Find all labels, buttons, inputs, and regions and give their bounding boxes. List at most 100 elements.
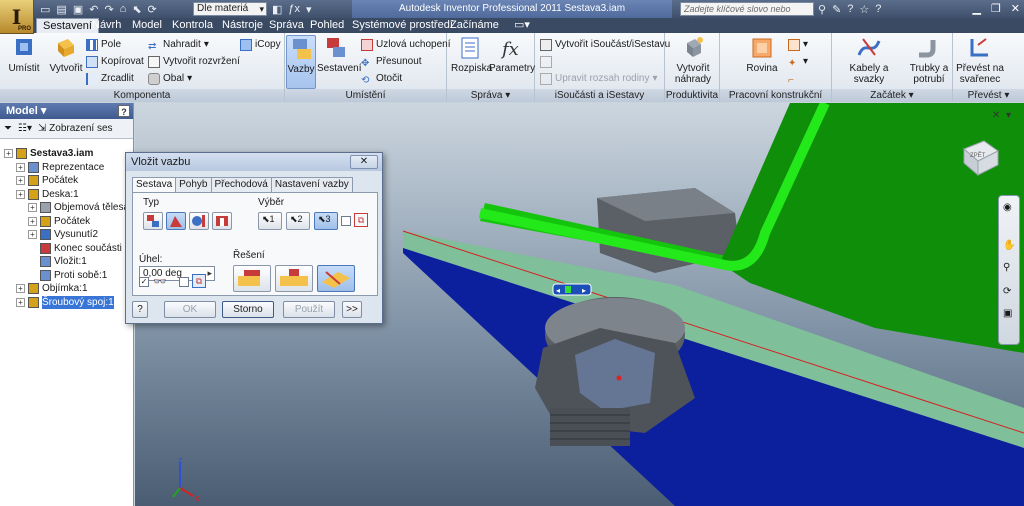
new-icon[interactable]: ▭	[40, 3, 50, 16]
browser-help-icon[interactable]: ?	[118, 105, 130, 117]
tree-item[interactable]: + Deska:1	[16, 188, 79, 201]
home-icon[interactable]: ⌂	[120, 3, 127, 15]
tab-model[interactable]: Model	[126, 18, 168, 33]
tree-item[interactable]: + Počátek	[28, 215, 90, 228]
tab-zaciname[interactable]: Začínáme	[444, 18, 505, 33]
tree-item[interactable]: + Objímka:1	[16, 282, 88, 295]
expand-toggle-icon[interactable]: +	[16, 162, 25, 172]
work-axis-button[interactable]: ▾	[788, 37, 808, 52]
tree-item[interactable]: + Sestava3.iam	[4, 147, 93, 160]
rovina-button[interactable]: Rovina	[742, 35, 782, 74]
kabely-a-svazky-button[interactable]: Kabely a svazky	[836, 35, 902, 85]
zrcadlit-button[interactable]: Zrcadlit	[86, 71, 134, 86]
expand-toggle-icon[interactable]: +	[16, 176, 25, 185]
minimize-icon[interactable]: ▁	[972, 2, 980, 15]
undo-icon[interactable]: ↶	[89, 3, 98, 16]
save-icon[interactable]: ▣	[73, 3, 83, 16]
formula-icon[interactable]: ƒx	[288, 3, 300, 15]
ucs-button[interactable]: ⌐	[788, 71, 800, 86]
ok-button[interactable]: OK	[164, 301, 216, 318]
mate-constraint-button[interactable]	[143, 212, 163, 230]
help-icon[interactable]: ?	[847, 3, 853, 15]
restore-icon[interactable]: ❐	[991, 2, 1001, 15]
tree-item[interactable]: +Vložit:1	[28, 255, 87, 268]
material-dropdown[interactable]: Dle materiá	[193, 2, 267, 16]
tree-item[interactable]: + Vysunutí2	[28, 228, 98, 241]
viewport-close-icon[interactable]: ✕	[992, 110, 1000, 121]
storno-button[interactable]: Storno	[222, 301, 274, 318]
viewcube[interactable]: ZPĚT	[958, 135, 1002, 179]
zoom-icon[interactable]: ⚲	[1003, 262, 1010, 273]
help-dropdown-icon[interactable]: ?	[875, 3, 881, 15]
search-input[interactable]: Zadejte klíčové slovo nebo výraz.	[680, 2, 814, 26]
work-point-button[interactable]: ✦ ▾	[788, 54, 808, 69]
customize-icon[interactable]: ▾	[306, 3, 312, 16]
update-icon[interactable]: ⟳	[148, 3, 157, 16]
upravit-rozsah-button[interactable]: Upravit rozsah rodiny ▾	[540, 71, 658, 86]
pick-part-first-checkbox[interactable]	[341, 216, 351, 226]
rozpiska-button[interactable]: Rozpiska	[451, 35, 492, 74]
pole-button[interactable]: Pole	[86, 37, 121, 52]
orbit-icon[interactable]: ⟳	[1003, 286, 1011, 297]
expand-toggle-icon[interactable]: +	[4, 149, 13, 158]
presunout-button[interactable]: ✥ Přesunout	[361, 54, 422, 69]
uzlova-uchopeni-button[interactable]: Uzlová uchopení	[361, 37, 451, 52]
pan-icon[interactable]: ✋	[1003, 240, 1015, 251]
ribbon-options-icon[interactable]: ▭▾	[508, 18, 536, 33]
viewport-menu-icon[interactable]: ▾	[1006, 110, 1011, 121]
selection-3-button[interactable]: ⬉3	[314, 212, 338, 230]
expand-toggle-icon[interactable]: +	[16, 284, 25, 293]
vytvorit-isoucast-button[interactable]: Vytvořit iSoučást/iSestavu	[540, 37, 670, 52]
kopirovat-button[interactable]: Kopírovat	[86, 54, 144, 69]
otocit-button[interactable]: ⟲ Otočit	[361, 71, 402, 86]
expand-toggle-icon[interactable]: +	[16, 297, 25, 307]
expand-toggle-icon[interactable]: +	[16, 189, 25, 199]
tab-pohyb[interactable]: Pohyb	[175, 177, 212, 192]
tab-prechodova[interactable]: Přechodová	[210, 177, 272, 192]
explicit-reference-vector-button[interactable]	[317, 265, 355, 292]
color-icon[interactable]: ◧	[272, 3, 282, 16]
trubky-a-potrubi-button[interactable]: Trubky a potrubí	[906, 35, 952, 85]
nav-wheel-icon[interactable]: ◉	[1003, 202, 1012, 213]
vytvorit-nahrady-button[interactable]: Vytvořit náhrady	[669, 35, 717, 85]
application-menu-button[interactable]: I PRO	[0, 0, 34, 34]
tree-options-icon[interactable]: ☷▾	[18, 123, 32, 134]
tree-item[interactable]: +Proti sobě:1	[28, 269, 107, 282]
filter-icon[interactable]: ⏷	[4, 123, 12, 134]
tab-nastroje[interactable]: Nástroje	[216, 18, 269, 33]
close-icon[interactable]: ✕	[1011, 2, 1020, 15]
pick-part-icon[interactable]: ⧉	[354, 213, 368, 227]
tab-kontrola[interactable]: Kontrola	[166, 18, 219, 33]
angle-constraint-button[interactable]	[166, 212, 186, 230]
vazby-button[interactable]: Vazby	[286, 35, 316, 89]
directed-angle-button[interactable]	[233, 265, 271, 292]
prevest-na-svarenec-button[interactable]: Převést na svařenec	[956, 35, 1004, 85]
binoculars-icon[interactable]: ⚲	[818, 3, 826, 16]
more-options-button[interactable]: >>	[342, 301, 362, 318]
tab-sestava[interactable]: Sestava	[132, 177, 177, 193]
dialog-help-button[interactable]: ?	[132, 301, 148, 318]
pouzit-button[interactable]: Použít	[283, 301, 335, 318]
vytvorit-button[interactable]: Vytvořit	[46, 35, 86, 74]
expand-toggle-icon[interactable]: +	[28, 230, 37, 239]
expand-toggle-icon[interactable]: +	[28, 216, 37, 226]
star-icon[interactable]: ☆	[859, 3, 869, 16]
tree-item[interactable]: + Šroubový spoj:1	[16, 295, 114, 309]
umistit-button[interactable]: Umístit	[4, 35, 44, 74]
nahradit-button[interactable]: ⇄ Nahradit ▾	[148, 37, 209, 52]
tools-icon[interactable]: ✎	[832, 3, 841, 16]
show-preview-checkbox[interactable]: ✓	[139, 277, 149, 287]
undirected-angle-button[interactable]	[275, 265, 313, 292]
tab-nastaveni-vazby[interactable]: Nastavení vazby	[270, 177, 353, 192]
sestaveni-button[interactable]: Sestavení	[317, 35, 361, 74]
vytvorit-rozvrzeni-button[interactable]: Vytvořit rozvržení	[148, 54, 240, 69]
tree-item[interactable]: + Počátek	[16, 174, 78, 187]
zobrazeni-sestavy-button[interactable]: ⇲ Zobrazení ses	[38, 123, 113, 134]
selection-2-button[interactable]: ⬉2	[286, 212, 310, 230]
icopy-button[interactable]: iCopy	[240, 37, 281, 52]
obal-button[interactable]: Obal ▾	[148, 71, 192, 86]
look-at-icon[interactable]: ▣	[1003, 308, 1012, 319]
tab-pohled[interactable]: Pohled	[304, 18, 350, 33]
tree-item[interactable]: +Konec součásti	[28, 242, 122, 255]
redo-icon[interactable]: ↷	[104, 3, 113, 16]
